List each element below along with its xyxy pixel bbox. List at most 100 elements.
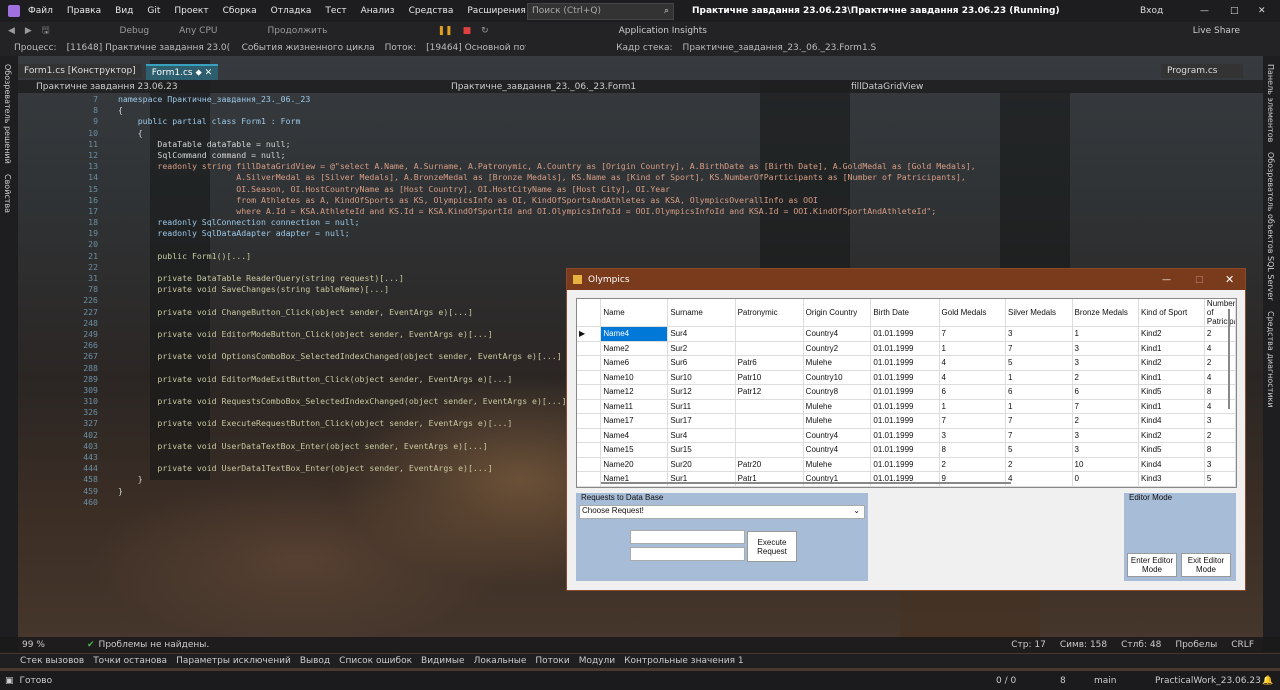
column-header[interactable]: Bronze Medals — [1072, 299, 1140, 327]
menu-item[interactable]: Средства — [409, 6, 454, 16]
problems-status[interactable]: Проблемы не найдены. — [99, 640, 210, 650]
grid-cell[interactable]: 01.01.1999 — [870, 341, 940, 356]
grid-cell[interactable]: Country10 — [803, 370, 872, 385]
column-header[interactable]: Birth Date — [870, 299, 940, 327]
grid-cell[interactable]: 01.01.1999 — [870, 399, 940, 414]
vertical-scrollbar[interactable] — [1228, 309, 1230, 409]
grid-cell[interactable]: 01.01.1999 — [870, 428, 940, 443]
thread-value[interactable]: [19464] Основной поток — [426, 43, 526, 53]
grid-cell[interactable]: Patr10 — [735, 370, 804, 385]
grid-cell[interactable]: Name15 — [600, 442, 669, 458]
debug-config[interactable]: Debug — [120, 26, 150, 36]
menu-item[interactable]: Правка — [67, 6, 101, 16]
grid-cell[interactable]: Country4 — [803, 428, 872, 443]
dock-panel-tab[interactable]: Обозреватель решений — [3, 64, 12, 164]
search-box[interactable]: Поиск (Ctrl+Q) ⌕ — [527, 3, 674, 20]
grid-cell[interactable]: 3 — [1204, 457, 1236, 472]
project-dropdown[interactable]: Практичне завдання 23.06.23 — [36, 82, 431, 92]
row-header[interactable] — [577, 471, 602, 487]
grid-cell[interactable]: 3 — [1072, 428, 1140, 443]
grid-cell[interactable]: 7 — [1005, 413, 1073, 429]
spaces-status[interactable]: Пробелы — [1175, 640, 1217, 650]
grid-cell[interactable]: 3 — [1072, 341, 1140, 356]
grid-cell[interactable]: Patr6 — [735, 355, 804, 371]
grid-cell[interactable]: 2 — [1204, 355, 1236, 371]
row-header[interactable] — [577, 370, 602, 385]
grid-cell[interactable]: 01.01.1999 — [870, 413, 940, 429]
grid-cell[interactable]: Name11 — [600, 399, 669, 414]
grid-cell[interactable]: Kind1 — [1138, 370, 1205, 385]
execute-request-button[interactable]: Execute Request — [747, 531, 797, 562]
minimize-button[interactable]: — — [1200, 6, 1209, 16]
bottom-tab[interactable]: Потоки — [535, 656, 569, 666]
grid-cell[interactable]: Mulehe — [803, 457, 872, 472]
dock-panel-tab[interactable]: Свойства — [3, 174, 12, 213]
stop-icon[interactable]: ■ — [463, 26, 472, 36]
grid-cell[interactable]: 5 — [1005, 442, 1073, 458]
menu-item[interactable]: Файл — [28, 6, 53, 16]
lifecycle-events[interactable]: События жизненного цикла — [242, 43, 375, 53]
grid-cell[interactable]: 7 — [939, 413, 1007, 429]
grid-cell[interactable]: Kind4 — [1138, 413, 1205, 429]
grid-cell[interactable]: Name2 — [600, 341, 669, 356]
horizontal-scrollbar[interactable] — [601, 482, 1011, 484]
grid-cell[interactable]: 4 — [1005, 471, 1073, 487]
restart-icon[interactable]: ↻ — [481, 26, 489, 36]
menu-item[interactable]: Git — [147, 6, 160, 16]
forward-icon[interactable]: ▶ — [25, 26, 32, 36]
grid-cell[interactable] — [735, 399, 804, 414]
dock-panel-tab[interactable]: Панель элементов — [1266, 64, 1275, 142]
column-header[interactable]: Origin Country — [803, 299, 872, 327]
zoom-level[interactable]: 99 % — [22, 640, 87, 650]
grid-cell[interactable]: 01.01.1999 — [870, 457, 940, 472]
grid-cell[interactable]: Kind4 — [1138, 457, 1205, 472]
grid-cell[interactable]: Kind5 — [1138, 442, 1205, 458]
grid-cell[interactable]: Kind1 — [1138, 341, 1205, 356]
grid-cell[interactable]: Name4 — [600, 326, 669, 342]
grid-cell[interactable]: 3 — [1072, 355, 1140, 371]
user-data-textbox[interactable] — [630, 530, 745, 544]
grid-cell[interactable]: Country4 — [803, 326, 872, 342]
tab-form1-designer[interactable]: Form1.cs [Конструктор] — [18, 64, 142, 78]
bell-icon[interactable]: 🔔 — [1262, 676, 1273, 686]
grid-cell[interactable]: Kind1 — [1138, 399, 1205, 414]
class-dropdown[interactable]: Практичне_завдання_23._06._23.Form1 — [451, 82, 841, 92]
close-button[interactable]: ✕ — [1258, 6, 1266, 16]
member-dropdown[interactable]: fillDataGridView — [851, 82, 923, 92]
grid-cell[interactable]: 4 — [939, 370, 1007, 385]
minimize-button[interactable]: — — [1162, 275, 1171, 285]
grid-cell[interactable]: Sur4 — [667, 326, 736, 342]
grid-cell[interactable]: Sur2 — [667, 341, 736, 356]
column-header[interactable]: Name — [600, 299, 669, 327]
grid-cell[interactable]: Sur6 — [667, 355, 736, 371]
pencil-count[interactable]: 8 — [1060, 676, 1066, 686]
grid-cell[interactable]: 01.01.1999 — [870, 370, 940, 385]
row-header[interactable] — [577, 413, 602, 429]
grid-cell[interactable]: Country8 — [803, 384, 872, 400]
grid-cell[interactable]: 7 — [1005, 428, 1073, 443]
grid-cell[interactable]: 2 — [1072, 413, 1140, 429]
column-header[interactable]: Gold Medals — [939, 299, 1007, 327]
process-value[interactable]: [11648] Практичне завдання 23.0( — [67, 43, 232, 53]
grid-cell[interactable]: 4 — [1204, 399, 1236, 414]
grid-cell[interactable]: Country2 — [803, 341, 872, 356]
table-row[interactable]: ▶ Name4 Sur4 Country4 01.01.1999 7 3 1 Kind2 2 — [577, 326, 1236, 342]
grid-cell[interactable]: Kind5 — [1138, 384, 1205, 400]
bottom-tab[interactable]: Локальные — [474, 656, 527, 666]
athletes-data-grid[interactable]: Name Surname Patronymic Origin Country Birth… — [576, 298, 1237, 488]
grid-cell[interactable]: 3 — [1005, 326, 1073, 342]
table-row[interactable]: Name6 Sur6 Patr6 Mulehe 01.01.1999 4 5 3 Kind2 2 — [577, 355, 1236, 371]
bottom-tab[interactable]: Контрольные значения 1 — [624, 656, 743, 666]
cpu-config[interactable]: Any CPU — [179, 26, 217, 36]
bottom-tab[interactable]: Вывод — [300, 656, 330, 666]
grid-cell[interactable]: 0 — [1072, 471, 1140, 487]
grid-cell[interactable]: Sur15 — [667, 442, 736, 458]
grid-cell[interactable]: Name12 — [600, 384, 669, 400]
grid-cell[interactable]: Name10 — [600, 370, 669, 385]
row-header[interactable]: ▶ — [577, 326, 602, 342]
tab-form1-code[interactable]: Form1.cs ⬥ ✕ — [145, 64, 219, 80]
grid-cell[interactable]: Name17 — [600, 413, 669, 429]
grid-cell[interactable]: Name20 — [600, 457, 669, 472]
column-header[interactable]: Silver Medals — [1005, 299, 1073, 327]
grid-cell[interactable]: Sur11 — [667, 399, 736, 414]
